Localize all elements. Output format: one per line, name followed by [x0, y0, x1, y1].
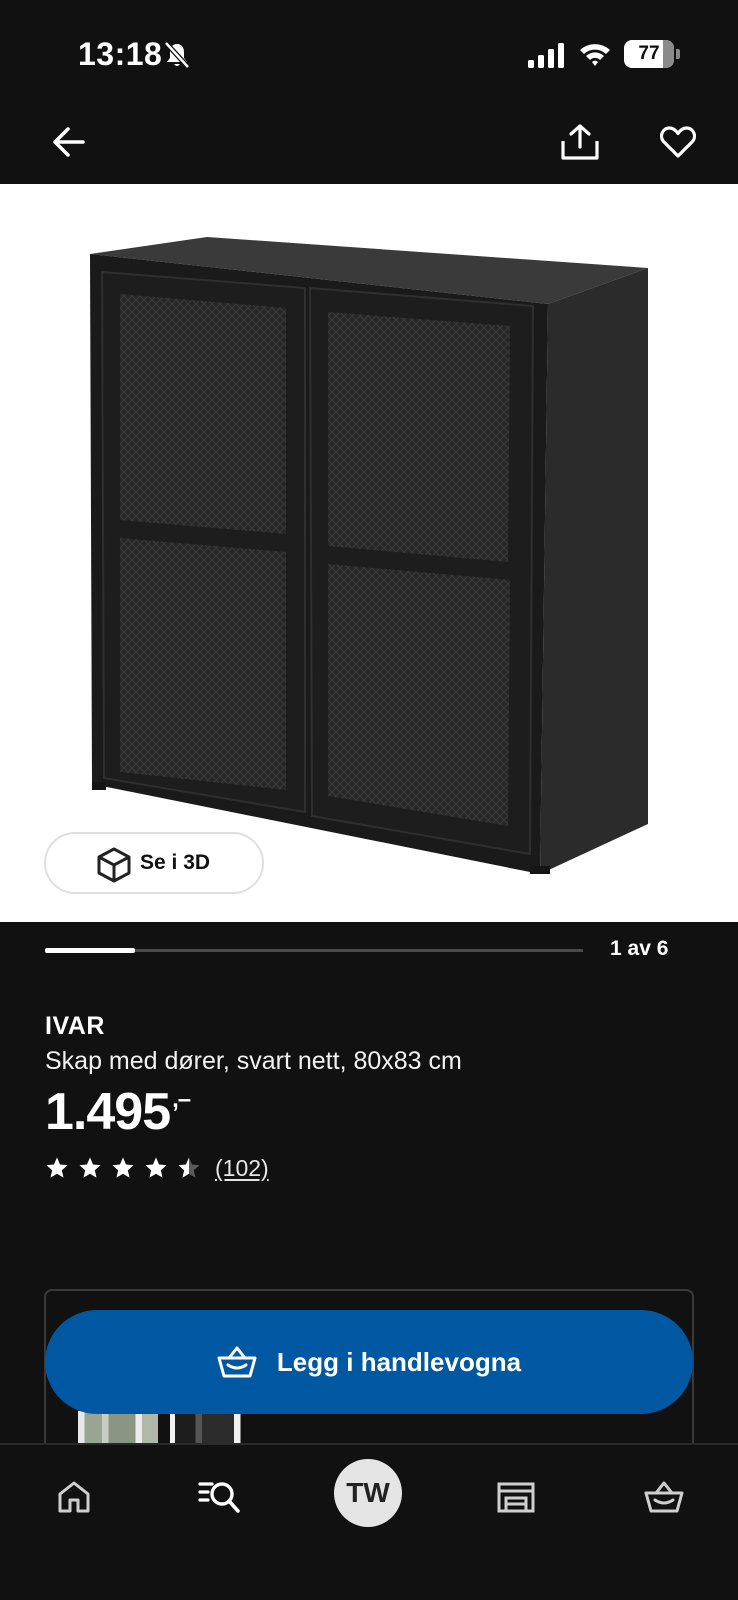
- store-icon: [497, 1482, 535, 1513]
- star-full-icon: [145, 1157, 167, 1178]
- nav-cart[interactable]: [634, 1467, 694, 1527]
- back-arrow-icon: [53, 127, 85, 157]
- share-icon: [561, 124, 599, 160]
- bottom-nav: TW: [0, 1443, 738, 1600]
- back-button[interactable]: [42, 116, 94, 168]
- add-to-cart-label: Legg i handlevogna: [276, 1346, 522, 1377]
- see-3d-label: Se i 3D: [140, 851, 211, 874]
- review-count-link[interactable]: (102): [215, 1155, 269, 1182]
- nav-search[interactable]: [190, 1467, 250, 1527]
- gallery-progress-fill: [45, 948, 135, 953]
- wifi-icon: [580, 44, 610, 66]
- battery-icon: 77: [624, 40, 680, 68]
- product-rating[interactable]: (102): [45, 1154, 269, 1182]
- nav-home[interactable]: [44, 1467, 104, 1527]
- status-bar: 13:18 77: [0, 0, 738, 110]
- see-3d-button[interactable]: Se i 3D: [44, 832, 264, 894]
- cabinet-image: [90, 237, 648, 874]
- gallery-counter: 1 av 6: [610, 937, 669, 960]
- product-description: Skap med dører, svart nett, 80x83 cm: [45, 1047, 462, 1075]
- price-suffix: ,–: [172, 1086, 191, 1113]
- heart-icon: [660, 126, 696, 158]
- search-list-icon: [198, 1482, 240, 1513]
- basket-icon: [217, 1346, 257, 1378]
- cube-3d-icon: [97, 847, 131, 883]
- nav-stores[interactable]: [486, 1467, 546, 1527]
- basket-icon: [644, 1481, 684, 1513]
- signal-icon: [528, 43, 564, 68]
- star-full-icon: [112, 1157, 134, 1178]
- star-full-icon: [79, 1157, 101, 1178]
- home-icon: [58, 1481, 90, 1513]
- battery-level: 77: [638, 43, 660, 64]
- product-name: IVAR: [45, 1012, 105, 1040]
- product-price: 1.495,–: [45, 1082, 191, 1142]
- status-time: 13:18: [78, 36, 163, 72]
- top-nav: [0, 110, 738, 184]
- add-to-cart-button[interactable]: Legg i handlevogna: [45, 1310, 693, 1414]
- price-value: 1.495: [45, 1083, 171, 1141]
- share-button[interactable]: [554, 116, 606, 168]
- bell-slash-icon: [164, 41, 190, 69]
- nav-profile-avatar[interactable]: TW: [334, 1459, 402, 1527]
- star-full-icon: [46, 1157, 68, 1178]
- rating-stars: [45, 1156, 201, 1180]
- product-image[interactable]: Se i 3D: [0, 184, 738, 922]
- gallery-progress: [45, 948, 583, 953]
- favourite-button[interactable]: [652, 116, 704, 168]
- star-half-icon: [178, 1157, 200, 1178]
